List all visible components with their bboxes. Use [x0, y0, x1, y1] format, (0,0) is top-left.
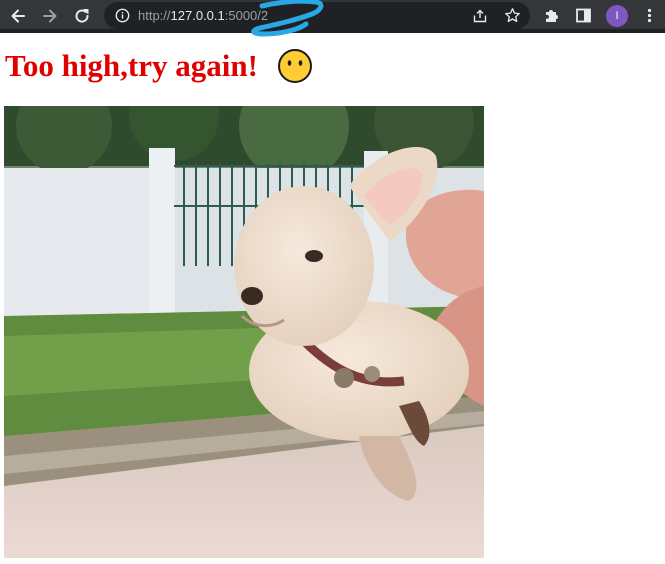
- toolbar-bottom-strip: [0, 29, 665, 33]
- neutral-face-icon: [278, 49, 312, 83]
- browser-toolbar: http://127.0.0.1:5000/2 I: [0, 0, 665, 33]
- bookmark-star-icon[interactable]: [504, 7, 521, 24]
- extensions-puzzle-icon[interactable]: [543, 7, 560, 24]
- forward-arrow-icon[interactable]: [38, 4, 62, 28]
- back-arrow-icon[interactable]: [6, 4, 30, 28]
- share-icon[interactable]: [472, 8, 488, 24]
- page-title: Too high,try again!: [5, 48, 258, 83]
- url-scheme: http://: [138, 8, 171, 23]
- scribble-annotation-icon: [251, 0, 324, 37]
- profile-avatar[interactable]: I: [606, 5, 628, 27]
- reload-icon[interactable]: [70, 4, 94, 28]
- side-panel-icon[interactable]: [575, 7, 592, 24]
- menu-kebab-icon[interactable]: [641, 7, 658, 24]
- puppy-photo: [4, 106, 484, 558]
- site-info-icon[interactable]: [115, 8, 130, 23]
- url-host: 127.0.0.1: [170, 8, 225, 23]
